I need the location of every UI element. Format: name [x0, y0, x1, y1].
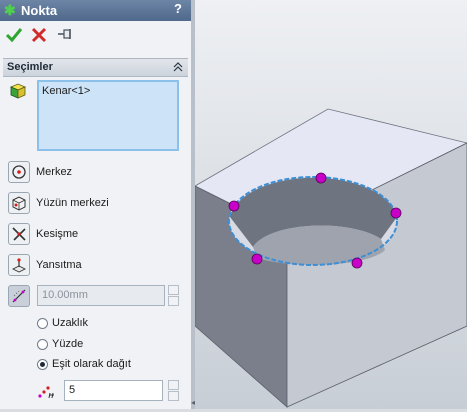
radio-distance-label: Uzaklık — [52, 317, 89, 329]
checkmark-icon — [5, 28, 23, 43]
intersection-button[interactable] — [8, 223, 30, 245]
distance-spinner[interactable] — [168, 285, 179, 306]
hole-feature — [228, 176, 398, 266]
face-center-button[interactable] — [8, 192, 30, 214]
cancel-button[interactable] — [29, 25, 49, 45]
option-center-label: Merkez — [36, 166, 73, 178]
option-projection-label: Yansıtma — [36, 259, 82, 271]
option-center[interactable]: Merkez — [8, 161, 188, 187]
distance-input[interactable]: 10.00mm — [37, 285, 165, 306]
distance-spin-up[interactable] — [168, 285, 179, 295]
cross-icon — [31, 27, 47, 43]
point-count-icon — [38, 386, 54, 399]
option-intersection[interactable]: Kesişme — [8, 223, 188, 249]
radio-distance[interactable]: Uzaklık — [37, 317, 187, 333]
distance-value: 10.00mm — [42, 289, 88, 301]
along-curve-distance-icon — [12, 289, 26, 303]
intersection-icon — [12, 227, 26, 241]
radio-evenly-distribute-dot[interactable] — [37, 359, 48, 370]
panel-titlebar: ✱ Nokta ? — [0, 0, 191, 21]
ok-button[interactable] — [4, 25, 24, 45]
along-curve-button[interactable] — [8, 285, 30, 307]
selection-item[interactable]: Kenar<1> — [42, 85, 90, 97]
action-bar — [0, 23, 191, 49]
radio-distance-dot[interactable] — [37, 318, 48, 329]
point-feature-icon: ✱ — [4, 2, 16, 18]
radio-percent[interactable]: Yüzde — [37, 338, 187, 354]
pushpin-icon — [58, 29, 71, 39]
point-count-input[interactable]: 5 — [64, 380, 163, 401]
face-cube-icon — [9, 83, 27, 99]
selections-group-header[interactable]: Seçimler — [3, 58, 188, 77]
collapse-chevron-icon[interactable] — [172, 60, 184, 74]
property-manager-panel: ✱ Nokta ? Seçimler Kenar<1> Merkez Yüzün… — [0, 0, 192, 409]
radio-percent-label: Yüzde — [52, 338, 84, 350]
option-intersection-label: Kesişme — [36, 228, 79, 240]
radio-evenly-distribute[interactable]: Eşit olarak dağıt — [37, 358, 187, 374]
radio-percent-dot[interactable] — [37, 339, 48, 350]
point-count-spinner[interactable] — [168, 380, 179, 401]
distance-spin-down[interactable] — [168, 296, 179, 306]
graphics-viewport[interactable] — [194, 0, 467, 409]
point-count-value: 5 — [69, 384, 76, 396]
point-count-spin-down[interactable] — [168, 391, 179, 401]
projection-button[interactable] — [8, 254, 30, 276]
option-face-center[interactable]: Yüzün merkezi — [8, 192, 188, 218]
radio-evenly-distribute-label: Eşit olarak dağıt — [52, 358, 131, 370]
arc-center-button[interactable] — [8, 161, 30, 183]
option-projection[interactable]: Yansıtma — [8, 254, 188, 280]
selection-list[interactable]: Kenar<1> — [37, 80, 179, 151]
option-face-center-label: Yüzün merkezi — [36, 197, 109, 209]
point-count-spin-up[interactable] — [168, 380, 179, 390]
projection-icon — [11, 258, 27, 273]
face-center-icon — [12, 196, 26, 211]
model-view[interactable] — [194, 0, 467, 409]
help-button[interactable]: ? — [171, 1, 185, 17]
keep-visible-button[interactable] — [55, 25, 75, 45]
arc-center-icon — [12, 165, 26, 179]
panel-title: Nokta — [21, 3, 58, 18]
selections-group-title: Seçimler — [7, 61, 53, 73]
